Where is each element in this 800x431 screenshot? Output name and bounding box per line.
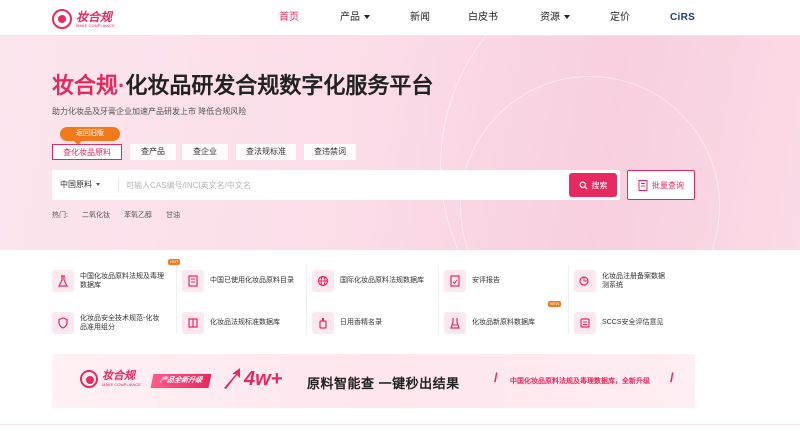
- feature-new-ingredient-db[interactable]: 化妆品新原料数据库 NEW: [444, 301, 566, 340]
- hero-subtitle: 助力化妆品及牙膏企业加速产品研发上市 降低合规风险: [52, 107, 247, 116]
- top-navbar: 妆合规 MAKE COMPLIANCE 首页 产品 新闻 白皮书 资源 定价 C…: [0, 0, 800, 36]
- arrow-up-icon: [224, 368, 240, 389]
- nav-pricing[interactable]: 定价: [610, 0, 630, 36]
- hot-label: 热门:: [52, 212, 68, 219]
- tab-product[interactable]: 查产品: [130, 144, 176, 160]
- doc-icon: [182, 270, 204, 292]
- feature-grid: 中国化妆品原料法规及毒理 数据库 HOT 中国已使用化妆品原料目录 国际化妆品原料…: [52, 259, 695, 342]
- hot-terms: 热门: 二氧化钛 苯氧乙醇 甘油: [52, 210, 194, 220]
- tab-regulation[interactable]: 查法规标准: [236, 144, 296, 160]
- book-icon: [182, 312, 204, 334]
- beaker-icon: [444, 312, 466, 334]
- banner-count: 4w+: [244, 368, 283, 390]
- chart-icon: [574, 270, 596, 292]
- hot-badge: HOT: [168, 259, 181, 265]
- search-scope-select[interactable]: 中国原料: [52, 170, 116, 200]
- flask-icon: [52, 270, 74, 292]
- promo-banner[interactable]: 妆合规 MAKE COMPLIANCE 产品全新升级 4w+ 原料智能查 一键秒…: [52, 354, 695, 408]
- title-rest: 化妆品研发合规数字化服务平台: [125, 73, 434, 98]
- document-icon: [638, 179, 648, 191]
- new-badge: NEW: [548, 301, 562, 307]
- feature-safety-tech-spec[interactable]: 化妆品安全技术规范-化妆 品准用组分: [52, 306, 174, 340]
- hot-term[interactable]: 苯氧乙醇: [124, 210, 152, 220]
- hot-term[interactable]: 二氧化钛: [82, 210, 110, 220]
- batch-query-button[interactable]: 批量查询: [627, 170, 695, 200]
- feature-intl-regulation-db[interactable]: 国际化妆品原料法规数据库: [312, 264, 436, 298]
- scale-icon: [574, 312, 596, 334]
- nav-whitepaper[interactable]: 白皮书: [468, 0, 498, 36]
- chevron-down-icon: [96, 183, 100, 187]
- cirs-logo[interactable]: CiRS: [670, 12, 695, 23]
- logo-subtext: MAKE COMPLIANCE: [76, 22, 115, 28]
- chevron-down-icon: [564, 15, 570, 20]
- feature-used-ingredient-list[interactable]: 中国已使用化妆品原料目录: [182, 264, 304, 298]
- search-icon: [578, 180, 588, 190]
- tab-ingredient[interactable]: 查化妆品原料: [52, 144, 122, 160]
- hot-term[interactable]: 甘油: [166, 210, 180, 220]
- tab-company[interactable]: 查企业: [182, 144, 228, 160]
- upgrade-tag: 产品全新升级: [150, 374, 212, 388]
- chevron-down-icon: [364, 15, 370, 20]
- banner-note: 中国化妆品原料法规及毒理数据库，全新升级: [510, 378, 650, 385]
- hero-section: 妆合规·化妆品研发合规数字化服务平台 助力化妆品及牙膏企业加速产品研发上市 降低…: [0, 36, 800, 250]
- nav-home[interactable]: 首页: [278, 0, 300, 36]
- page-title: 妆合规·化妆品研发合规数字化服务平台: [52, 73, 434, 98]
- feature-registration-db[interactable]: 化妆品注册备案数据 测系统: [574, 264, 695, 298]
- nav-news[interactable]: 新闻: [410, 0, 430, 36]
- globe-icon: [312, 270, 334, 292]
- banner-logo: 妆合规 MAKE COMPLIANCE: [80, 370, 141, 388]
- feature-regulation-standard-db[interactable]: 化妆品法规标准数据库: [182, 306, 304, 340]
- feature-fragrance-list[interactable]: 日用香精名录: [312, 306, 436, 340]
- search-input[interactable]: [126, 170, 566, 200]
- feature-ingredient-db[interactable]: 中国化妆品原料法规及毒理 数据库 HOT: [52, 259, 181, 298]
- tab-banned-words[interactable]: 查违禁词: [304, 144, 356, 160]
- logo-icon: [80, 370, 98, 388]
- return-old-version-button[interactable]: 返回旧版: [60, 127, 120, 145]
- feature-sccs-opinion[interactable]: SCCS安全评估意见: [574, 306, 695, 340]
- search-button[interactable]: 搜索: [569, 173, 617, 197]
- shield-icon: [52, 312, 74, 334]
- report-icon: [444, 270, 466, 292]
- logo-text: 妆合规: [76, 9, 113, 24]
- nav-resources[interactable]: 资源: [538, 0, 572, 36]
- nav-products[interactable]: 产品: [338, 0, 372, 36]
- search-bar: 中国原料 搜索: [52, 170, 620, 200]
- banner-headline: 原料智能查 一键秒出结果: [307, 376, 460, 391]
- site-logo[interactable]: 妆合规 MAKE COMPLIANCE: [52, 7, 115, 31]
- feature-safety-report[interactable]: 安评报告: [444, 264, 566, 298]
- title-brand: 妆合规: [52, 73, 119, 98]
- logo-icon: [52, 9, 72, 29]
- perfume-icon: [312, 312, 334, 334]
